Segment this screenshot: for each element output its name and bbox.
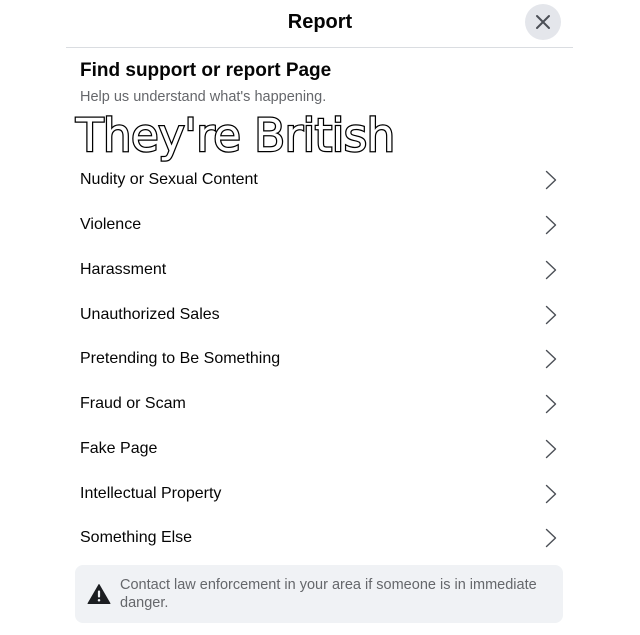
option-nudity[interactable]: Nudity or Sexual Content [66, 158, 573, 203]
option-violence[interactable]: Violence [66, 203, 573, 248]
option-label: Intellectual Property [80, 484, 222, 502]
option-fake-page[interactable]: Fake Page [66, 427, 573, 472]
warning-icon [87, 584, 111, 604]
chevron-right-icon [545, 215, 557, 235]
option-label: Fraud or Scam [80, 395, 186, 413]
option-unauthorized-sales[interactable]: Unauthorized Sales [66, 292, 573, 337]
close-button[interactable] [525, 4, 561, 40]
header-divider [66, 47, 573, 48]
chevron-right-icon [545, 439, 557, 459]
chevron-right-icon [545, 171, 557, 190]
notice-text: Contact law enforcement in your area if … [120, 577, 537, 611]
option-label: Fake Page [80, 439, 158, 457]
option-intellectual-property[interactable]: Intellectual Property [66, 471, 573, 516]
close-icon [536, 15, 550, 29]
option-label: Harassment [80, 260, 167, 278]
emergency-notice: Contact law enforcement in your area if … [75, 565, 563, 623]
section-subtitle: Help us understand what's happening. [80, 89, 327, 105]
chevron-right-icon [545, 305, 557, 324]
report-options-list: Nudity or Sexual Content Violence Harass… [66, 158, 573, 561]
option-label: Unauthorized Sales [80, 305, 220, 323]
chevron-right-icon [545, 260, 557, 280]
section-title: Find support or report Page [80, 60, 332, 81]
option-fraud[interactable]: Fraud or Scam [66, 382, 573, 427]
option-label: Pretending to Be Something [80, 350, 281, 368]
option-pretending[interactable]: Pretending to Be Something [66, 337, 573, 382]
option-label: Violence [80, 216, 142, 234]
option-label: Nudity or Sexual Content [80, 171, 258, 189]
option-something-else[interactable]: Something Else [66, 516, 573, 561]
option-harassment[interactable]: Harassment [66, 248, 573, 293]
option-label: Something Else [80, 529, 193, 547]
chevron-right-icon [545, 529, 557, 548]
chevron-right-icon [545, 394, 557, 414]
chevron-right-icon [545, 484, 557, 503]
chevron-right-icon [545, 350, 557, 369]
meme-caption: They're British [75, 108, 397, 164]
